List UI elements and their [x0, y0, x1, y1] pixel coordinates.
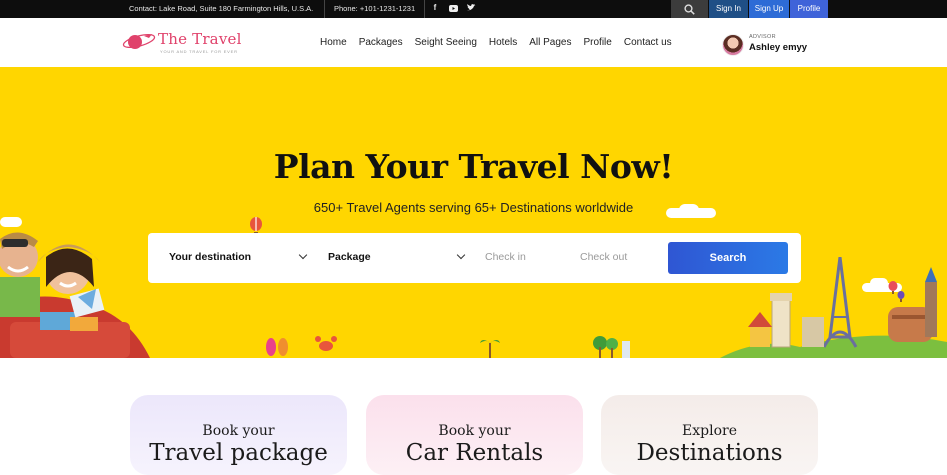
logo-tagline: YOUR AND TRAVEL FOR EVER [160, 49, 238, 54]
divider [324, 0, 325, 18]
check-in-input[interactable]: Check in [485, 251, 526, 263]
card-title: Travel package [149, 440, 328, 466]
card-title: Destinations [636, 440, 783, 466]
trip-search-form: Your destination Package Check in Check … [148, 233, 801, 283]
contact-phone: Phone: +101-1231-1231 [334, 4, 416, 13]
top-bar: Contact: Lake Road, Suite 180 Farmington… [0, 0, 947, 18]
landmarks-illustration [720, 257, 947, 358]
divider [424, 0, 425, 18]
youtube-icon[interactable] [448, 3, 458, 14]
nav-item-packages[interactable]: Packages [359, 37, 403, 48]
destinations-card[interactable]: Explore Destinations [601, 395, 818, 475]
advisor-label: ADVISOR [749, 34, 776, 40]
search-icon [684, 4, 695, 15]
sign-up-button[interactable]: Sign Up [749, 0, 789, 18]
profile-button[interactable]: Profile [790, 0, 828, 18]
nav-item-contact[interactable]: Contact us [624, 37, 672, 48]
card-title: Car Rentals [405, 440, 544, 466]
main-nav: Home Packages Seight Seeing Hotels All P… [320, 37, 684, 48]
travel-package-card[interactable]: Book your Travel package [130, 395, 347, 475]
hero-banner: Plan Your Travel Now! 650+ Travel Agents… [0, 67, 947, 358]
facebook-icon[interactable]: f [430, 3, 440, 14]
card-kicker: Explore [682, 423, 737, 439]
flip-flops-icon [266, 338, 288, 356]
chevron-down-icon [456, 250, 466, 260]
nav-item-profile[interactable]: Profile [584, 37, 612, 48]
nav-item-hotels[interactable]: Hotels [489, 37, 517, 48]
check-out-input[interactable]: Check out [580, 251, 627, 263]
hero-subtitle: 650+ Travel Agents serving 65+ Destinati… [313, 200, 634, 215]
car-rentals-card[interactable]: Book your Car Rentals [366, 395, 583, 475]
card-kicker: Book your [438, 423, 511, 439]
contact-address: Contact: Lake Road, Suite 180 Farmington… [129, 4, 314, 13]
planet-logo-icon[interactable] [122, 30, 156, 52]
main-header: The Travel YOUR AND TRAVEL FOR EVER Home… [0, 18, 947, 67]
travelers-illustration [0, 232, 150, 358]
hero-title: Plan Your Travel Now! [273, 147, 674, 186]
search-button[interactable] [671, 0, 708, 18]
twitter-icon[interactable] [466, 3, 476, 14]
logo-title[interactable]: The Travel [158, 30, 242, 48]
sign-in-button[interactable]: Sign In [709, 0, 748, 18]
package-select[interactable]: Package [328, 251, 371, 263]
palm-tree-icon [480, 340, 500, 358]
trees-icon [593, 336, 630, 358]
nav-item-sight-seeing[interactable]: Seight Seeing [415, 37, 477, 48]
avatar[interactable] [722, 34, 744, 56]
crab-icon [315, 336, 337, 351]
advisor-name[interactable]: Ashley emyy [749, 42, 807, 53]
nav-item-home[interactable]: Home [320, 37, 347, 48]
destination-select[interactable]: Your destination [169, 251, 251, 263]
chevron-down-icon [298, 250, 308, 260]
card-kicker: Book your [202, 423, 275, 439]
nav-item-all-pages[interactable]: All Pages [529, 37, 571, 48]
